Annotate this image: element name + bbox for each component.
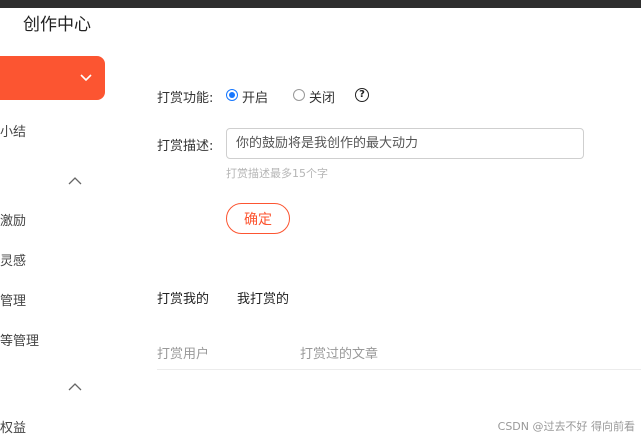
sidebar-item-inspiration[interactable]: 灵感 xyxy=(0,250,26,269)
table-header-divider xyxy=(157,369,641,370)
app-title: 创作中心 xyxy=(23,15,91,35)
sidebar-item-management[interactable]: 管理 xyxy=(0,290,26,309)
table-header-user: 打赏用户 xyxy=(157,347,210,362)
sidebar-item-other-management[interactable]: 等管理 xyxy=(0,330,39,349)
sidebar-item-incentive[interactable]: 激励 xyxy=(0,210,26,229)
tab-i-rewarded[interactable]: 我打赏的 xyxy=(237,288,289,307)
table-header-article: 打赏过的文章 xyxy=(300,347,379,362)
sidebar-item-summary[interactable]: 小结 xyxy=(0,121,26,140)
help-icon[interactable]: ? xyxy=(355,88,369,102)
reward-function-label: 打赏功能: xyxy=(157,91,214,106)
chevron-up-icon[interactable] xyxy=(67,176,83,186)
radio-enable-label[interactable]: 开启 xyxy=(242,87,268,106)
chevron-down-icon xyxy=(80,74,92,82)
reward-description-hint: 打赏描述最多15个字 xyxy=(226,167,328,180)
watermark: CSDN @过去不好 得向前看 xyxy=(497,420,635,433)
reward-description-label: 打赏描述: xyxy=(157,139,214,154)
sidebar-item-rights[interactable]: 权益 xyxy=(0,417,26,436)
window-top-bar xyxy=(0,0,641,8)
confirm-button[interactable]: 确定 xyxy=(226,203,290,234)
reward-description-input[interactable] xyxy=(226,128,584,159)
radio-disable[interactable] xyxy=(293,89,305,101)
tab-rewarded-me[interactable]: 打赏我的 xyxy=(157,288,209,307)
sidebar-active-item[interactable] xyxy=(0,56,105,100)
chevron-up-icon[interactable] xyxy=(67,382,83,392)
radio-disable-label[interactable]: 关闭 xyxy=(309,87,335,106)
radio-enable[interactable] xyxy=(226,89,238,101)
